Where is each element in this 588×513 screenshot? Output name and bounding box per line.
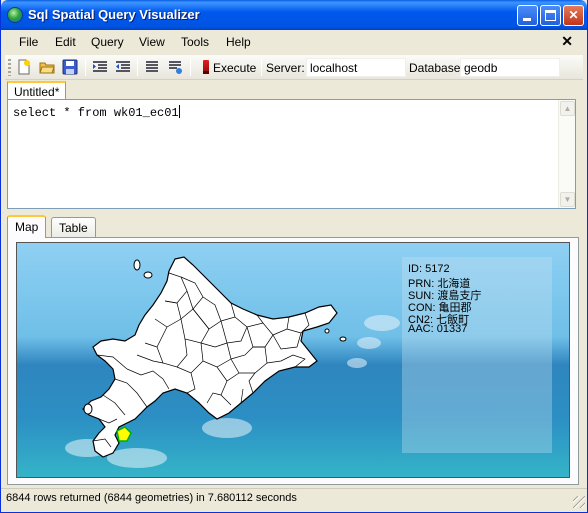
map-panel: ID: 5172 PRN: 北海道 SUN: 渡島支庁 CON: 亀田郡 CN2…	[7, 237, 579, 485]
menu-query[interactable]: Query	[91, 35, 124, 49]
database-label: Database	[409, 61, 461, 75]
execute-label[interactable]: Execute	[213, 61, 256, 75]
maximize-button[interactable]	[540, 5, 561, 26]
save-icon[interactable]	[62, 59, 78, 75]
minimize-button[interactable]	[517, 5, 538, 26]
editor-scrollbar[interactable]: ▲ ▼	[558, 100, 575, 208]
indent-icon[interactable]	[92, 59, 108, 75]
menu-edit[interactable]: Edit	[55, 35, 76, 49]
align-icon[interactable]	[144, 59, 160, 75]
status-bar: 6844 rows returned (6844 geometries) in …	[1, 488, 587, 510]
menu-tools[interactable]: Tools	[181, 35, 209, 49]
query-editor[interactable]: select * from wk01_ec01 ▲ ▼	[7, 99, 576, 209]
server-label: Server:	[266, 61, 305, 75]
info-aac: AAC: 01337	[408, 323, 468, 335]
maximize-icon	[545, 10, 556, 21]
selected-municipality	[116, 426, 132, 442]
toolbar-grip[interactable]	[8, 59, 11, 76]
outdent-icon[interactable]	[115, 59, 131, 75]
new-file-icon[interactable]	[16, 59, 32, 75]
menu-help[interactable]: Help	[226, 35, 251, 49]
close-button[interactable]: ✕	[563, 5, 584, 26]
menu-file[interactable]: File	[19, 35, 38, 49]
toolbar: Execute Server: Database	[5, 55, 583, 80]
toolbar-separator	[137, 59, 138, 76]
globe-icon	[7, 7, 23, 23]
mdi-close-icon[interactable]: ✕	[561, 33, 573, 50]
status-message: 6844 rows returned (6844 geometries) in …	[6, 492, 297, 504]
clear-icon[interactable]	[167, 59, 183, 75]
menu-view[interactable]: View	[139, 35, 165, 49]
close-icon: ✕	[568, 8, 579, 22]
query-text[interactable]: select * from wk01_ec01	[13, 105, 180, 120]
resize-grip-icon[interactable]	[573, 496, 585, 508]
window-title: Sql Spatial Query Visualizer	[28, 7, 200, 22]
open-folder-icon[interactable]	[39, 59, 55, 75]
title-bar[interactable]: Sql Spatial Query Visualizer ✕	[1, 0, 587, 30]
scroll-up-icon[interactable]: ▲	[560, 101, 575, 116]
minimize-icon	[523, 18, 531, 21]
server-input[interactable]	[306, 58, 406, 77]
toolbar-separator	[261, 59, 262, 76]
feature-info-overlay: ID: 5172 PRN: 北海道 SUN: 渡島支庁 CON: 亀田郡 CN2…	[402, 257, 552, 453]
toolbar-separator	[190, 59, 191, 76]
scroll-down-icon[interactable]: ▼	[560, 192, 575, 207]
tab-table[interactable]: Table	[51, 217, 96, 237]
tab-untitled[interactable]: Untitled*	[7, 81, 67, 99]
map-canvas[interactable]: ID: 5172 PRN: 北海道 SUN: 渡島支庁 CON: 亀田郡 CN2…	[16, 242, 570, 478]
toolbar-separator	[85, 59, 86, 76]
database-input[interactable]	[460, 58, 560, 77]
app-window: Sql Spatial Query Visualizer ✕ File Edit…	[0, 0, 588, 513]
tab-map[interactable]: Map	[7, 215, 47, 238]
info-id: ID: 5172	[408, 263, 450, 275]
menu-bar: File Edit Query View Tools Help ✕	[5, 31, 583, 53]
